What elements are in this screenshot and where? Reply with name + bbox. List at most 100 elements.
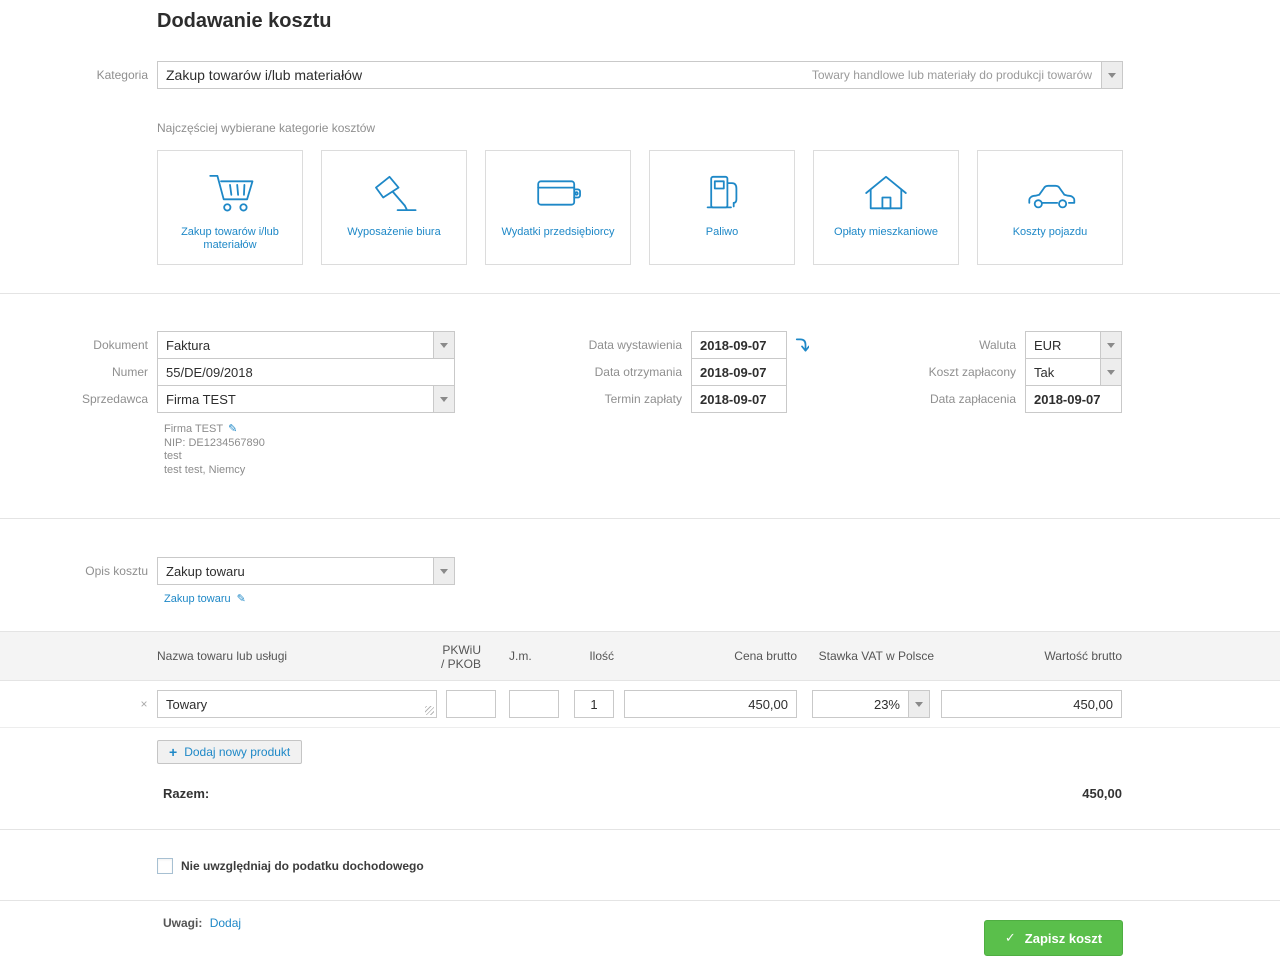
header-wartosc: Wartość brutto [1002,632,1122,680]
product-gross-value-input[interactable]: 450,00 [941,690,1122,718]
section-divider [0,293,1280,294]
header-ilosc: Ilość [564,632,614,680]
waluta-value: EUR [1026,332,1100,358]
category-dropdown-button[interactable] [1101,62,1122,88]
category-card-vehicle[interactable]: Koszty pojazdu [977,150,1123,265]
chevron-down-icon [440,343,448,348]
fuel-pump-icon [695,169,749,217]
chevron-down-icon [440,397,448,402]
resize-handle-icon[interactable] [425,706,434,715]
data-zaplacenia-input[interactable]: 2018-09-07 [1025,385,1122,413]
seller-address1: test [164,450,265,464]
product-gross-value: 450,00 [942,691,1121,717]
header-pkwiu: PKWiU / PKOB [431,632,481,671]
opis-edit-text: Zakup towaru [164,593,231,605]
vat-dropdown-button[interactable] [908,691,929,717]
category-value: Zakup towarów i/lub materiałów [158,62,812,88]
header-jm: J.m. [509,632,532,680]
seller-name-line: Firma TEST✎ [164,423,265,437]
category-label: Kategoria [0,61,148,89]
waluta-label: Waluta [840,331,1016,359]
product-quantity-value: 1 [575,691,613,717]
add-product-label: Dodaj nowy produkt [184,745,290,759]
remove-row-icon[interactable]: × [136,690,152,718]
product-name-input[interactable]: Towary [157,690,437,718]
check-icon: ✓ [1005,930,1016,946]
category-card-housing[interactable]: Opłaty mieszkaniowe [813,150,959,265]
opis-dropdown-button[interactable] [433,558,454,584]
chevron-down-icon [915,702,923,707]
waluta-select[interactable]: EUR [1025,331,1122,359]
data-otrzymania-label: Data otrzymania [500,358,682,386]
header-pkwiu-line2: / PKOB [441,657,481,671]
product-name-value: Towary [158,691,436,717]
income-tax-checkbox-label: Nie uwzględniaj do podatku dochodowego [181,858,424,875]
data-zaplacenia-label: Data zapłacenia [840,385,1016,413]
dokument-dropdown-button[interactable] [433,332,454,358]
opis-kosztu-value: Zakup towaru [158,558,433,584]
desk-lamp-icon [367,169,421,217]
save-cost-button[interactable]: ✓ Zapisz koszt [984,920,1123,956]
cart-icon [203,169,257,217]
koszt-zaplacony-select[interactable]: Tak [1025,358,1122,386]
car-icon [1023,169,1077,217]
income-tax-checkbox[interactable] [157,858,173,874]
header-vat: Stawka VAT w Polsce [812,632,934,680]
edit-seller-icon[interactable]: ✎ [228,423,237,435]
category-card-entrepreneur[interactable]: Wydatki przedsiębiorcy [485,150,631,265]
dokument-label: Dokument [0,331,148,359]
opis-kosztu-label: Opis kosztu [0,557,148,585]
koszt-zaplacony-value: Tak [1026,359,1100,385]
dokument-select[interactable]: Faktura [157,331,455,359]
opis-edit-link[interactable]: Zakup towaru✎ [164,592,246,605]
data-wystawienia-input[interactable]: 2018-09-07 [691,331,787,359]
product-jm-input[interactable] [509,690,559,718]
numer-input[interactable]: 55/DE/09/2018 [157,358,455,386]
dokument-value: Faktura [158,332,433,358]
page-title: Dodawanie kosztu [157,10,331,33]
plus-icon: + [169,745,177,759]
product-pkwiu-value [447,691,495,717]
product-vat-value: 23% [813,691,908,717]
category-card-label: Zakup towarów i/lub materiałów [158,226,302,252]
header-pkwiu-line1: PKWiU [442,643,481,657]
waluta-dropdown-button[interactable] [1100,332,1121,358]
numer-value: 55/DE/09/2018 [158,359,454,385]
chevron-down-icon [440,569,448,574]
section-divider [0,829,1280,830]
data-zaplacenia-value: 2018-09-07 [1026,386,1121,412]
category-card-fuel[interactable]: Paliwo [649,150,795,265]
product-vat-select[interactable]: 23% [812,690,930,718]
category-card-label: Wydatki przedsiębiorcy [490,226,627,239]
sprzedawca-value: Firma TEST [158,386,433,412]
data-wystawienia-value: 2018-09-07 [692,332,786,358]
sprzedawca-select[interactable]: Firma TEST [157,385,455,413]
category-select[interactable]: Zakup towarów i/lub materiałów Towary ha… [157,61,1123,89]
koszt-zaplacony-label: Koszt zapłacony [840,358,1016,386]
category-card-goods[interactable]: Zakup towarów i/lub materiałów [157,150,303,265]
product-quantity-input[interactable]: 1 [574,690,614,718]
chevron-down-icon [1107,370,1115,375]
category-card-label: Paliwo [694,226,750,239]
notes-add-link[interactable]: Dodaj [210,916,241,930]
koszt-zaplacony-dropdown-button[interactable] [1100,359,1121,385]
category-card-office[interactable]: Wyposażenie biura [321,150,467,265]
total-value: 450,00 [1002,786,1122,801]
category-card-label: Koszty pojazdu [1001,226,1100,239]
house-icon [859,169,913,217]
seller-nip: NIP: DE1234567890 [164,437,265,451]
termin-zaplaty-input[interactable]: 2018-09-07 [691,385,787,413]
add-product-button[interactable]: + Dodaj nowy produkt [157,740,302,764]
sprzedawca-dropdown-button[interactable] [433,386,454,412]
category-card-label: Wyposażenie biura [335,226,452,239]
product-pkwiu-input[interactable] [446,690,496,718]
data-otrzymania-input[interactable]: 2018-09-07 [691,358,787,386]
chevron-down-icon [1107,343,1115,348]
sprzedawca-label: Sprzedawca [0,385,148,413]
products-table-header: Nazwa towaru lub usługi PKWiU / PKOB J.m… [0,631,1280,681]
sync-dates-icon[interactable] [795,337,809,357]
product-jm-value [510,691,558,717]
product-price-input[interactable]: 450,00 [624,690,797,718]
category-hint: Towary handlowe lub materiały do produkc… [812,62,1101,88]
opis-kosztu-select[interactable]: Zakup towaru [157,557,455,585]
